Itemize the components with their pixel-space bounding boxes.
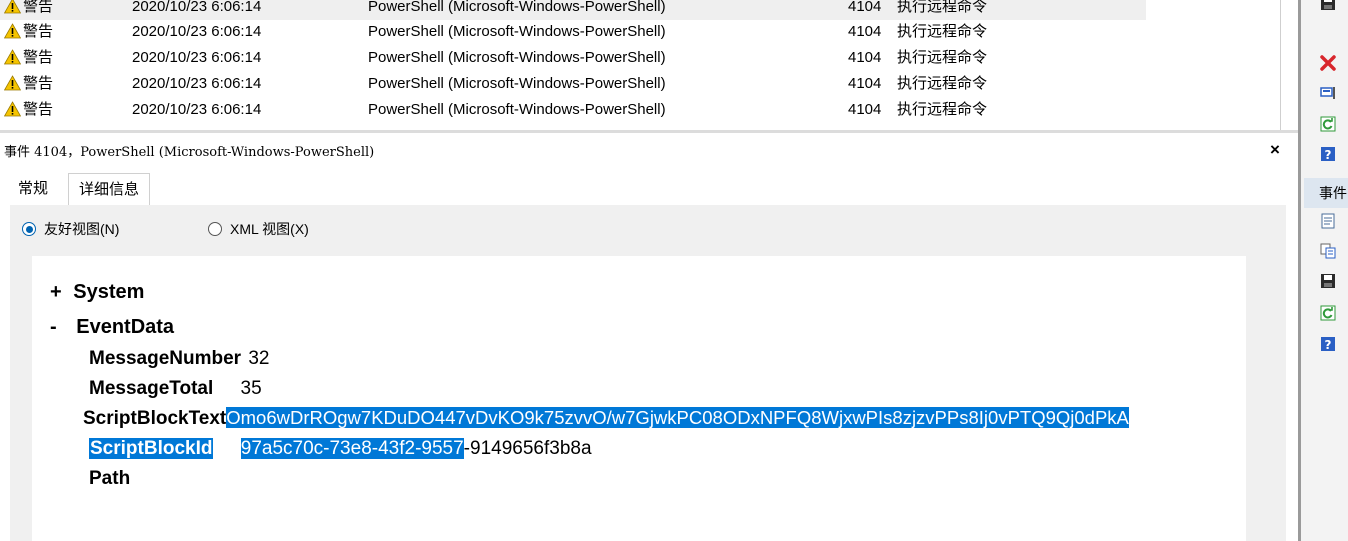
event-id-cell: 4104 [848, 101, 882, 118]
date-cell: 2020/10/23 6:06:14 [132, 0, 262, 15]
actions-panel: ? 事件 ? [1298, 0, 1348, 541]
source-cell: PowerShell (Microsoft-Windows-PowerShell… [368, 0, 666, 15]
tab-general[interactable]: 常规 [8, 173, 58, 204]
path-field: Path [89, 468, 130, 490]
delete-icon[interactable] [1319, 54, 1337, 72]
date-cell: 2020/10/23 6:06:14 [132, 49, 262, 66]
xml-view-radio[interactable]: XML 视图(X) [208, 221, 309, 237]
warning-icon [4, 75, 21, 91]
level-cell: 警告 [4, 45, 53, 71]
event-row[interactable]: 警告 2020/10/23 6:06:14 PowerShell (Micros… [0, 19, 1146, 45]
level-cell: 警告 [4, 19, 53, 45]
message-total-key: MessageTotal [89, 378, 214, 399]
warning-icon [4, 0, 21, 14]
system-node[interactable]: + System [50, 281, 144, 304]
message-number-key: MessageNumber [89, 348, 242, 369]
event-id-cell: 4104 [848, 49, 882, 66]
warning-icon [4, 101, 21, 117]
level-cell: 警告 [4, 97, 53, 123]
event-row[interactable]: 警告 2020/10/23 6:06:14 PowerShell (Micros… [0, 0, 1146, 20]
svg-text:?: ? [1325, 148, 1332, 162]
close-detail-button[interactable]: × [1270, 141, 1280, 158]
script-block-id-key[interactable]: ScriptBlockId [89, 438, 214, 459]
task-category-cell: 执行远程命令 [897, 0, 988, 15]
event-data-view[interactable]: + System - EventData MessageNumber 32 Me… [32, 256, 1246, 541]
xml-view-label: XML 视图(X) [230, 221, 309, 237]
eventdata-label: EventData [76, 316, 175, 338]
attach-task-icon[interactable] [1319, 84, 1337, 102]
save-icon[interactable] [1319, 272, 1337, 290]
svg-text:?: ? [1325, 338, 1332, 352]
system-toggle[interactable]: + [50, 281, 62, 303]
friendly-view-radio[interactable]: 友好视图(N) [22, 221, 119, 237]
help-icon[interactable]: ? [1319, 145, 1337, 163]
message-number-field: MessageNumber 32 [89, 348, 269, 370]
script-block-text-field: ScriptBlockTextOmo6wDrROgw7KDuDO447vDvKO… [83, 407, 1129, 430]
event-row[interactable]: 警告 2020/10/23 6:06:14 PowerShell (Micros… [0, 71, 1146, 97]
script-block-text-value[interactable]: Omo6wDrROgw7KDuDO447vDvKO9k75zvvO/w7Gjwk… [226, 407, 1129, 428]
path-key: Path [89, 468, 131, 489]
date-cell: 2020/10/23 6:06:14 [132, 23, 262, 40]
event-id-cell: 4104 [848, 75, 882, 92]
date-cell: 2020/10/23 6:06:14 [132, 101, 262, 118]
script-block-id-field: ScriptBlockId 97a5c70c-73e8-43f2-9557-91… [89, 438, 592, 460]
source-cell: PowerShell (Microsoft-Windows-PowerShell… [368, 49, 666, 66]
message-number-value: 32 [248, 348, 270, 369]
level-cell: 警告 [4, 0, 53, 20]
script-block-id-rest[interactable]: -9149656f3b8a [464, 438, 592, 459]
level-cell: 警告 [4, 71, 53, 97]
task-category-cell: 执行远程命令 [897, 23, 988, 40]
source-cell: PowerShell (Microsoft-Windows-PowerShell… [368, 23, 666, 40]
save-icon[interactable] [1319, 0, 1337, 12]
task-category-cell: 执行远程命令 [897, 49, 988, 66]
eventdata-toggle[interactable]: - [50, 316, 57, 338]
system-label: System [73, 281, 145, 303]
event-detail-title: 事件 4104，PowerShell (Microsoft-Windows-Po… [4, 145, 375, 160]
event-row[interactable]: 警告 2020/10/23 6:06:14 PowerShell (Micros… [0, 45, 1146, 71]
task-category-cell: 执行远程命令 [897, 75, 988, 92]
event-row[interactable]: 警告 2020/10/23 6:06:14 PowerShell (Micros… [0, 97, 1146, 123]
source-cell: PowerShell (Microsoft-Windows-PowerShell… [368, 101, 666, 118]
copy-icon[interactable] [1319, 242, 1337, 260]
refresh-icon[interactable] [1319, 304, 1337, 322]
friendly-view-label: 友好视图(N) [44, 221, 120, 237]
actions-section-event[interactable]: 事件 [1304, 178, 1348, 208]
event-properties-icon[interactable] [1319, 212, 1337, 230]
script-block-text-key: ScriptBlockText [83, 408, 227, 429]
help-icon[interactable]: ? [1319, 335, 1337, 353]
warning-icon [4, 49, 21, 65]
task-category-cell: 执行远程命令 [897, 101, 988, 118]
source-cell: PowerShell (Microsoft-Windows-PowerShell… [368, 75, 666, 92]
event-id-cell: 4104 [848, 23, 882, 40]
message-total-value: 35 [240, 378, 262, 399]
tab-details[interactable]: 详细信息 [68, 173, 151, 205]
date-cell: 2020/10/23 6:06:14 [132, 75, 262, 92]
radio-dot [208, 222, 222, 236]
radio-dot [22, 222, 36, 236]
event-list[interactable]: 警告 2020/10/23 6:06:14 PowerShell (Micros… [0, 0, 1281, 130]
refresh-icon[interactable] [1319, 115, 1337, 133]
details-pane: 友好视图(N) XML 视图(X) + System - EventData M… [10, 205, 1286, 541]
event-id-cell: 4104 [848, 0, 882, 15]
warning-icon [4, 23, 21, 39]
detail-tabs: 常规 详细信息 [0, 169, 1298, 205]
script-block-id-selected[interactable]: 97a5c70c-73e8-43f2-9557 [240, 438, 464, 459]
message-total-field: MessageTotal 35 [89, 378, 262, 400]
event-detail-header: 事件 4104，PowerShell (Microsoft-Windows-Po… [0, 130, 1298, 170]
eventdata-node[interactable]: - EventData [50, 316, 174, 339]
